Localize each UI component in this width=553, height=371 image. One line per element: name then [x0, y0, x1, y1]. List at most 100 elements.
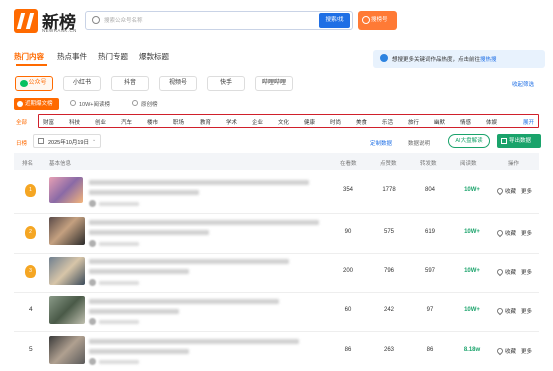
th-rank: 排名: [22, 161, 34, 167]
category-all[interactable]: 全部: [16, 118, 27, 126]
category-item[interactable]: 楼市: [147, 118, 158, 126]
category-item[interactable]: 乐活: [382, 118, 393, 126]
rank-search-button[interactable]: 搜榜号: [358, 11, 397, 30]
subfilter-10w-read[interactable]: 10W+阅读榜: [79, 100, 110, 108]
account-avatar: [89, 200, 96, 207]
banner-link[interactable]: 搜热搜: [480, 57, 497, 63]
read-count: 10W+: [464, 307, 480, 313]
article-thumbnail[interactable]: [49, 336, 85, 364]
account-name[interactable]: [99, 320, 139, 324]
category-item[interactable]: 文化: [278, 118, 289, 126]
favorite-button[interactable]: 收藏: [505, 347, 516, 355]
expand-categories-link[interactable]: 展开: [523, 118, 534, 126]
info-icon: [380, 54, 388, 62]
category-item[interactable]: 健康: [304, 118, 315, 126]
favorite-button[interactable]: 收藏: [505, 229, 516, 237]
article-title[interactable]: [89, 339, 299, 344]
banner-text-main: 想搜更多关键词作品热度，点击前往: [392, 57, 481, 63]
more-button[interactable]: 更多: [521, 268, 532, 276]
category-item[interactable]: 科技: [69, 118, 80, 126]
platform-kuaishou[interactable]: 快手: [207, 76, 245, 91]
watch-count: 200: [342, 268, 353, 274]
wechat-icon: [20, 80, 28, 87]
th-watch[interactable]: 在看数: [340, 159, 357, 167]
article-thumbnail[interactable]: [49, 296, 85, 324]
subfilter-recent-hits[interactable]: 近期爆文榜: [14, 98, 59, 110]
article-title[interactable]: [89, 299, 279, 304]
search-icon: [92, 16, 100, 24]
account-name[interactable]: [99, 281, 139, 285]
share-count: 619: [424, 229, 435, 235]
more-button[interactable]: 更多: [521, 347, 532, 355]
row-divider: [14, 331, 539, 332]
search-button[interactable]: 搜索/找: [319, 13, 350, 28]
category-item[interactable]: 企业: [252, 118, 263, 126]
collapse-filter-link[interactable]: 收起筛选: [512, 80, 534, 88]
export-data-button[interactable]: 导出数据: [497, 134, 541, 148]
read-count: 10W+: [464, 268, 480, 274]
category-item[interactable]: 创业: [95, 118, 106, 126]
account-name[interactable]: [99, 242, 139, 246]
th-like[interactable]: 点赞数: [380, 159, 397, 167]
like-count: 1778: [382, 187, 396, 193]
th-read[interactable]: 阅读数: [460, 159, 477, 167]
category-item[interactable]: 财富: [43, 118, 54, 126]
read-count: 10W+: [464, 187, 480, 193]
newrank-logo[interactable]: [14, 9, 38, 33]
th-share[interactable]: 转发数: [420, 159, 437, 167]
search-placeholder: 搜索公众号名称: [104, 18, 143, 24]
platform-xiaohongshu[interactable]: 小红书: [63, 76, 101, 91]
article-thumbnail[interactable]: [49, 217, 85, 245]
platform-channels[interactable]: 视频号: [159, 76, 197, 91]
favorite-button[interactable]: 收藏: [505, 187, 516, 195]
article-thumbnail[interactable]: [49, 257, 85, 285]
active-tab-underline: [16, 64, 47, 66]
category-item[interactable]: 教育: [200, 118, 211, 126]
heart-icon: [495, 228, 505, 238]
article-title[interactable]: [89, 220, 319, 225]
category-item[interactable]: 汽车: [121, 118, 132, 126]
account-name[interactable]: [99, 360, 139, 364]
tab-hot-events[interactable]: 热点事件: [57, 51, 87, 62]
date-value: 2025年10月19日: [48, 140, 89, 146]
category-item[interactable]: 幽默: [434, 118, 445, 126]
article-title[interactable]: [89, 180, 309, 185]
article-title[interactable]: [89, 259, 289, 264]
more-button[interactable]: 更多: [521, 307, 532, 315]
more-button[interactable]: 更多: [521, 229, 532, 237]
article-thumbnail[interactable]: [49, 177, 83, 203]
category-item[interactable]: 旅行: [408, 118, 419, 126]
tab-viral-titles[interactable]: 爆款标题: [139, 51, 169, 62]
tab-hot-topics[interactable]: 热门专题: [98, 51, 128, 62]
platform-douyin[interactable]: 抖音: [111, 76, 149, 91]
heart-icon: [495, 306, 505, 316]
ai-analysis-button[interactable]: AI大盘解读: [448, 134, 490, 148]
watch-count: 90: [344, 229, 352, 235]
account-name[interactable]: [99, 202, 139, 206]
custom-data-link[interactable]: 定制数据: [370, 139, 392, 147]
category-item[interactable]: 美食: [356, 118, 367, 126]
banner-text: 想搜更多关键词作品热度，点击前往搜热搜: [392, 55, 497, 63]
platform-bilibili[interactable]: 哔哩哔哩: [255, 76, 293, 91]
category-item[interactable]: 职场: [173, 118, 184, 126]
article-title-line2: [89, 309, 179, 314]
heart-icon: [495, 267, 505, 277]
category-item[interactable]: 时尚: [330, 118, 341, 126]
rank-number: 4: [29, 306, 33, 313]
tab-hot-content[interactable]: 热门内容: [14, 51, 44, 62]
account-avatar: [89, 279, 96, 286]
favorite-button[interactable]: 收藏: [505, 268, 516, 276]
article-title-line2: [89, 190, 199, 195]
category-item[interactable]: 情感: [460, 118, 471, 126]
fire-icon: [17, 101, 23, 107]
daily-rank-label[interactable]: 日榜: [16, 139, 27, 147]
category-item[interactable]: 体娱: [486, 118, 497, 126]
category-item[interactable]: 学术: [226, 118, 237, 126]
article-title-line2: [89, 269, 189, 274]
data-description-link[interactable]: 数据说明: [408, 139, 430, 147]
subfilter-original[interactable]: 原创榜: [141, 100, 158, 108]
favorite-button[interactable]: 收藏: [505, 307, 516, 315]
share-count: 86: [426, 347, 434, 353]
more-button[interactable]: 更多: [521, 187, 532, 195]
article-title-line2: [89, 349, 189, 354]
